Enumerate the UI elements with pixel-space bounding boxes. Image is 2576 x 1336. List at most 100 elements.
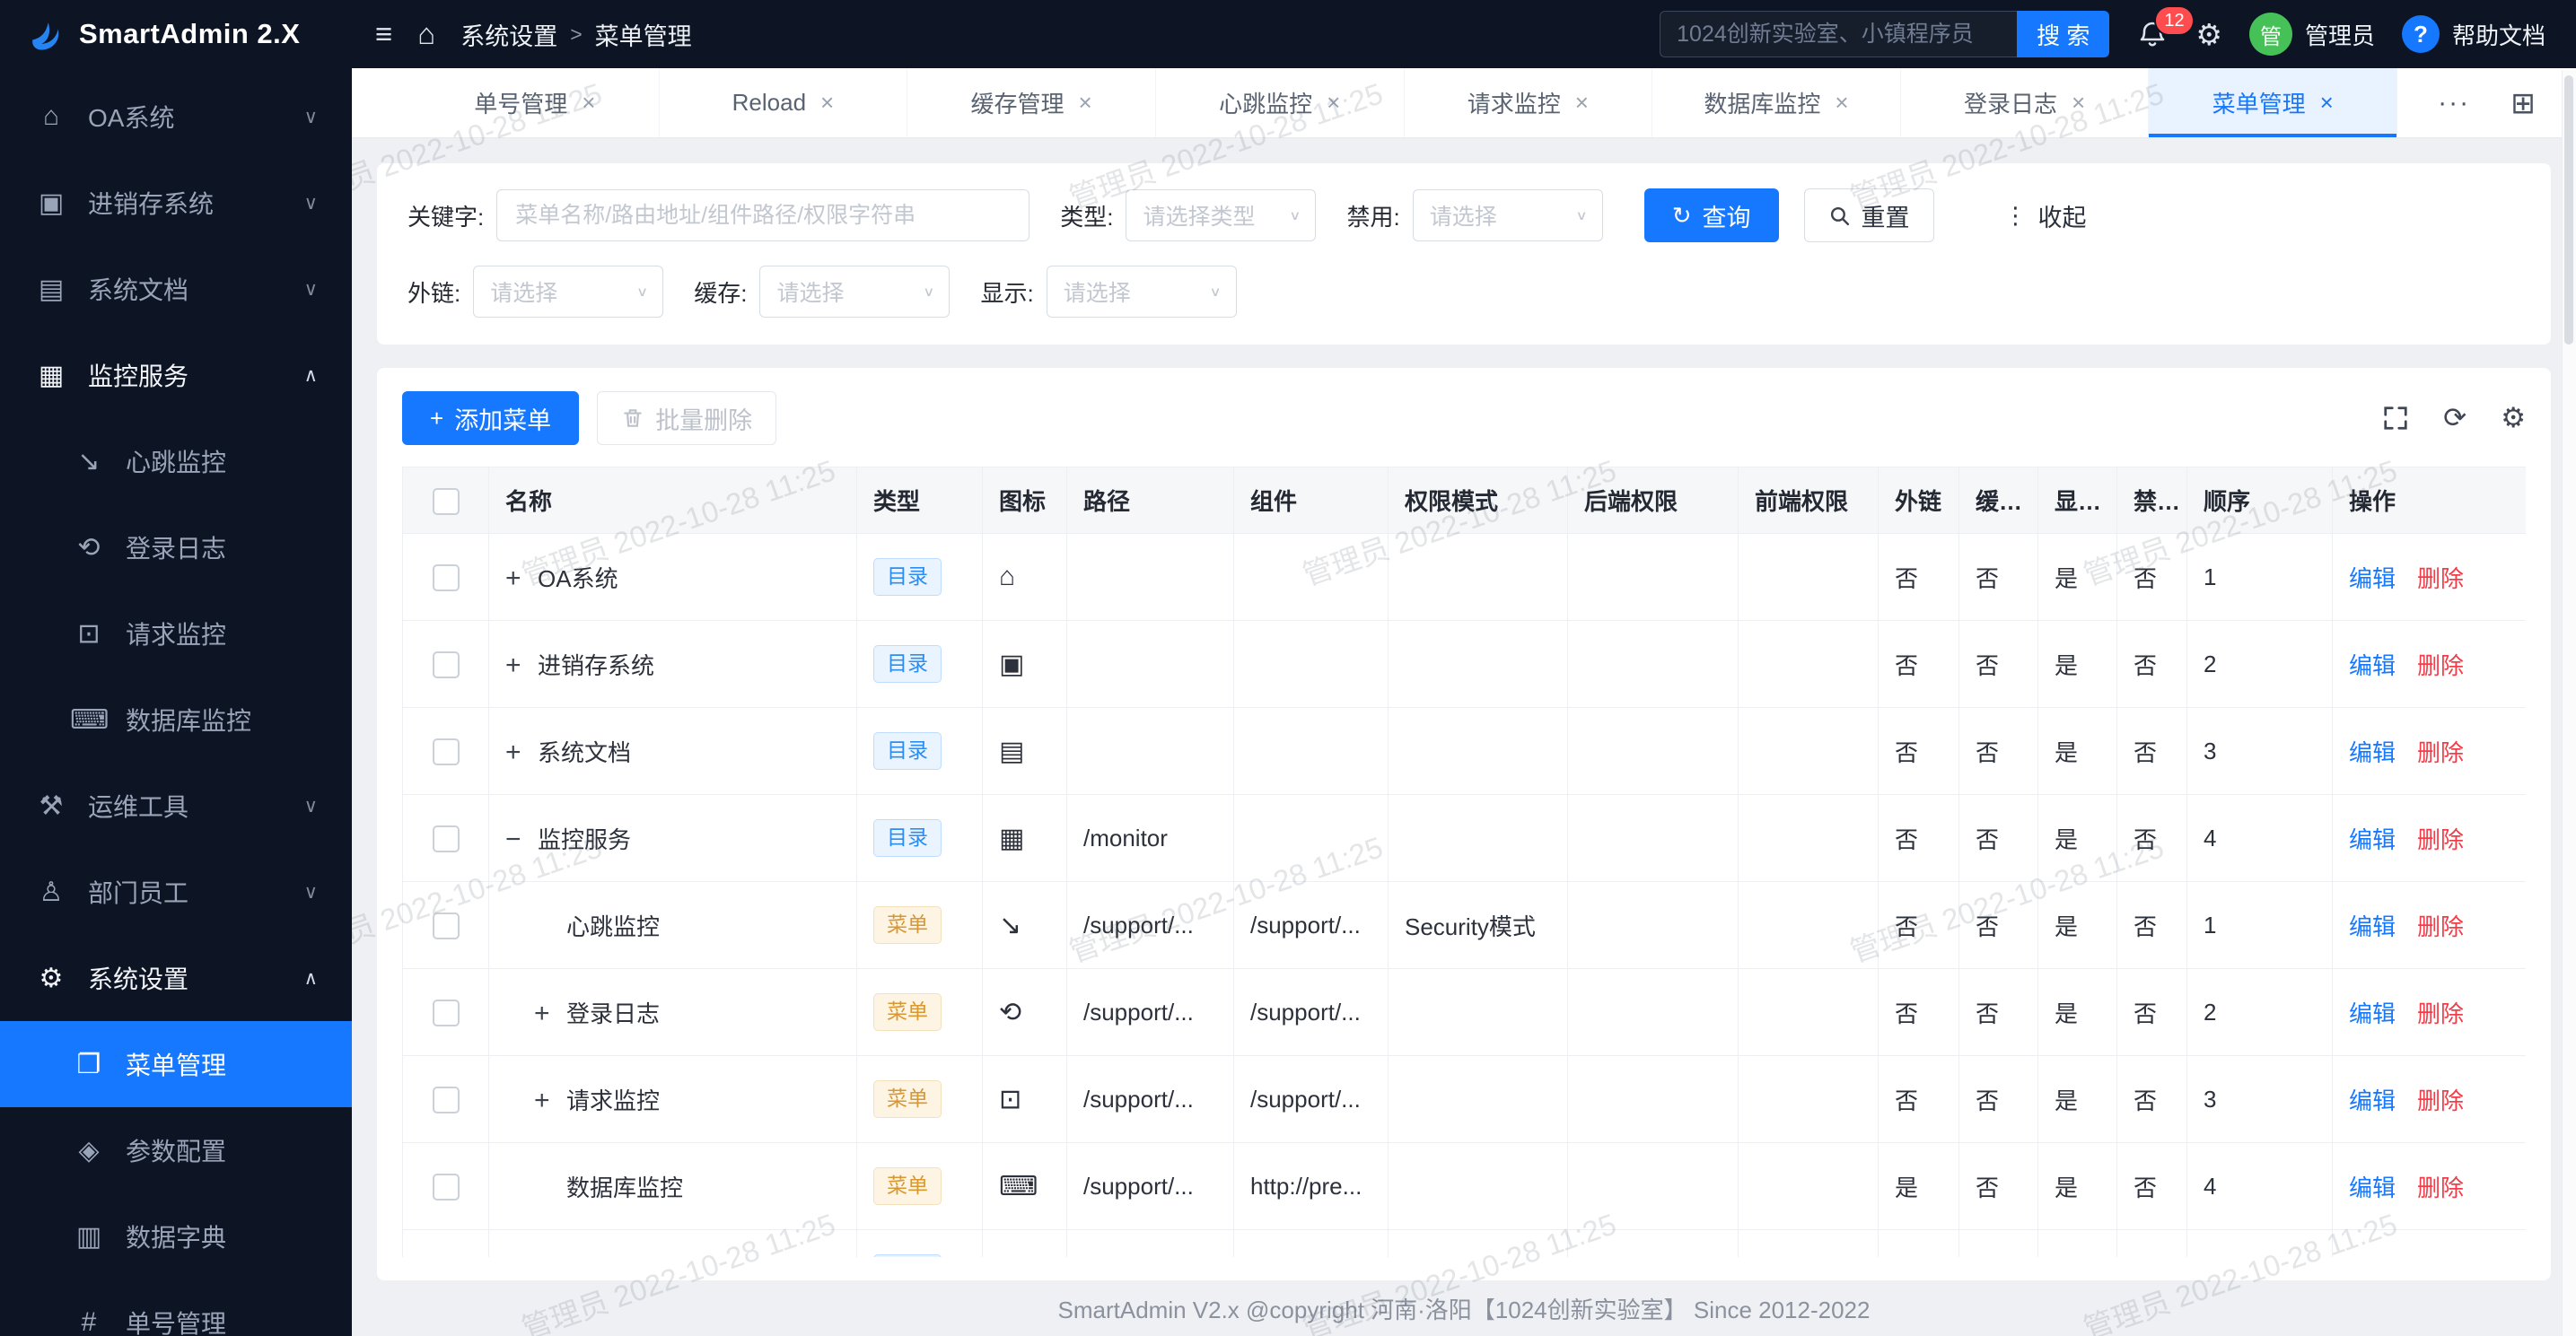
tab-close-icon[interactable]: × [2320,89,2334,117]
home-icon[interactable]: ⌂ [417,17,435,51]
disabled-select[interactable]: 请选择 ∨ [1413,189,1603,241]
tab-close-icon[interactable]: × [1575,89,1589,117]
row-expander[interactable]: + [534,1086,566,1116]
reset-button[interactable]: 重置 [1804,188,1934,242]
row-backend-perm [1568,1056,1739,1143]
delete-link[interactable]: 删除 [2417,1000,2464,1027]
row-backend-perm [1568,708,1739,795]
delete-link[interactable]: 删除 [2417,565,2464,592]
row-checkbox[interactable] [433,825,460,852]
sidebar-item[interactable]: ▤系统文档∨ [0,246,352,332]
collapse-filters-button[interactable]: ⋮ 收起 [1997,188,2094,242]
batch-delete-button[interactable]: 批量删除 [597,391,776,445]
external-select[interactable]: 请选择 ∨ [473,266,663,318]
sidebar-item[interactable]: ◈参数配置 [0,1107,352,1193]
sidebar-item[interactable]: ⚙系统设置∧ [0,935,352,1021]
show-select[interactable]: 请选择 ∨ [1047,266,1237,318]
column-header: 路径 [1067,467,1234,534]
refresh-icon[interactable]: ⟳ [2443,402,2466,434]
delete-link[interactable]: 删除 [2417,826,2464,853]
sidebar-item[interactable]: ↘心跳监控 [0,418,352,504]
fullscreen-icon[interactable] [2382,405,2409,432]
delete-link[interactable]: 删除 [2417,1087,2464,1114]
tab-item[interactable]: 数据库监控× [1652,68,1900,137]
keyword-input[interactable] [496,189,1030,241]
delete-link[interactable]: 删除 [2417,913,2464,940]
tab-item[interactable]: 缓存管理× [907,68,1155,137]
layout-grid-icon[interactable]: ⊞ [2510,85,2536,120]
tab-close-icon[interactable]: × [1835,89,1848,117]
breadcrumb-separator: > [570,22,582,47]
edit-link[interactable]: 编辑 [2349,913,2396,940]
type-select[interactable]: 请选择类型 ∨ [1126,189,1316,241]
sidebar-item[interactable]: ♙部门员工∨ [0,849,352,935]
add-menu-button[interactable]: + 添加菜单 [402,391,579,445]
row-expander[interactable]: + [505,738,538,768]
help-icon: ? [2402,15,2440,53]
sidebar-item[interactable]: ▦监控服务∧ [0,332,352,418]
tab-item[interactable]: 心跳监控× [1155,68,1404,137]
row-checkbox[interactable] [433,651,460,678]
sidebar-item[interactable]: ▥数据字典 [0,1193,352,1279]
breadcrumb-item[interactable]: 系统设置 [460,17,557,52]
notifications-button[interactable]: 12 [2136,18,2169,50]
row-expander[interactable]: + [505,563,538,594]
query-button[interactable]: ↻ 查询 [1644,188,1779,242]
tab-label: 请求监控 [1468,86,1561,119]
sidebar-item[interactable]: ▣进销存系统∨ [0,160,352,246]
row-expander[interactable]: + [505,651,538,681]
type-label: 类型: [1060,199,1113,232]
tab-item[interactable]: 请求监控 × [1404,68,1652,137]
sidebar-item[interactable]: ⌂OA系统∨ [0,74,352,160]
tab-item[interactable]: 菜单管理× [2148,68,2396,137]
logo[interactable]: SmartAdmin 2.X [0,0,352,68]
tab-close-icon[interactable]: × [582,89,595,117]
global-search-input[interactable] [1660,11,2017,57]
edit-link[interactable]: 编辑 [2349,739,2396,766]
edit-link[interactable]: 编辑 [2349,1000,2396,1027]
help-link[interactable]: ? 帮助文档 [2402,15,2545,53]
edit-link[interactable]: 编辑 [2349,1174,2396,1201]
row-checkbox[interactable] [433,1000,460,1026]
menu-fold-icon[interactable]: ≡ [375,17,392,51]
edit-link[interactable]: 编辑 [2349,1087,2396,1114]
heartbeat-monitor-icon: ↘ [70,446,108,477]
sidebar-item[interactable]: #单号管理 [0,1279,352,1336]
tabs-more-icon[interactable]: ··· [2438,88,2470,118]
row-checkbox[interactable] [433,1087,460,1113]
scrollbar-thumb[interactable] [2564,75,2573,345]
tab-item[interactable]: 登录日志× [1900,68,2149,137]
tab-item[interactable]: Reload× [659,68,907,137]
row-checkbox[interactable] [433,738,460,765]
gear-icon[interactable]: ⚙ [2501,402,2526,434]
sidebar-item[interactable]: ❐菜单管理 [0,1021,352,1107]
row-expander[interactable]: + [534,999,566,1029]
row-path [1067,621,1234,708]
delete-link[interactable]: 删除 [2417,739,2464,766]
tab-close-icon[interactable]: × [820,89,834,117]
row-checkbox[interactable] [433,1174,460,1201]
row-checkbox[interactable] [433,564,460,591]
sidebar-item[interactable]: ⊡请求监控 [0,590,352,677]
delete-link[interactable]: 删除 [2417,652,2464,679]
tab-close-icon[interactable]: × [2072,89,2085,117]
sidebar-item[interactable]: ⚒运维工具∨ [0,763,352,849]
logo-icon [25,14,65,54]
edit-link[interactable]: 编辑 [2349,826,2396,853]
row-expander[interactable]: − [505,825,538,855]
select-all-checkbox[interactable] [433,488,460,515]
edit-link[interactable]: 编辑 [2349,652,2396,679]
tab-close-icon[interactable]: × [1078,89,1091,117]
user-menu[interactable]: 管 管理员 [2249,13,2375,56]
global-search-button[interactable]: 搜 索 [2017,11,2109,57]
sidebar-item[interactable]: ⟲登录日志 [0,504,352,590]
tab-close-icon[interactable]: × [1327,89,1340,117]
gear-icon[interactable]: ⚙ [2195,17,2222,52]
edit-link[interactable]: 编辑 [2349,565,2396,592]
delete-link[interactable]: 删除 [2417,1174,2464,1201]
page-scrollbar[interactable] [2562,70,2576,1336]
tab-item[interactable]: 单号管理× [411,68,659,137]
row-checkbox[interactable] [433,912,460,939]
cache-select[interactable]: 请选择 ∨ [759,266,950,318]
sidebar-item[interactable]: ⌨数据库监控 [0,677,352,763]
